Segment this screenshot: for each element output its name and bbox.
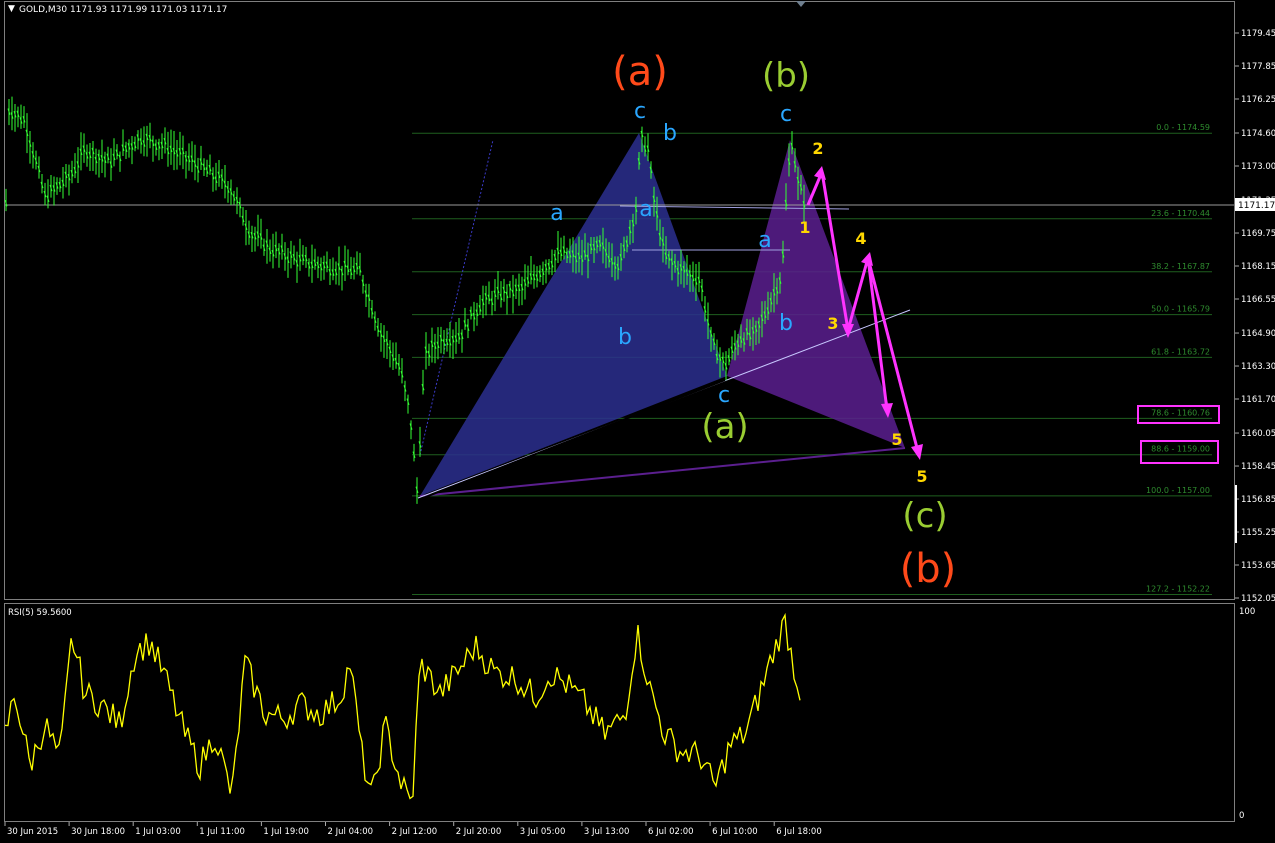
time-tick-label: 2 Jul 04:00 [328,827,374,837]
wave-label: (c) [902,496,947,536]
wave-label: a [550,201,563,226]
price-tick-label: 1153.65 [1241,561,1275,571]
price-tick-label: 1161.70 [1241,395,1275,405]
price-tick-label: 1164.90 [1241,329,1275,339]
rsi-label: RSI(5) 59.5600 [8,608,72,618]
time-tick-label: 3 Jul 13:00 [584,827,630,837]
price-tick-label: 1169.75 [1241,229,1275,239]
wave-label: b [663,121,677,146]
time-tick-label: 3 Jul 05:00 [520,827,566,837]
time-tick-label: 2 Jul 20:00 [456,827,502,837]
chart-window[interactable]: ▼ GOLD,M30 1171.93 1171.99 1171.03 1171.… [0,0,1275,843]
price-tick-label: 1174.60 [1241,129,1275,139]
wave-label: (b) [900,546,957,592]
time-tick-label: 6 Jul 10:00 [712,827,758,837]
price-tick-label: 1158.45 [1241,462,1275,472]
wave-label: 3 [827,314,838,333]
fib-level-label: 100.0 - 1157.00 [1146,486,1210,495]
fib-level-label: 38.2 - 1167.87 [1151,262,1210,271]
time-tick-label: 1 Jul 11:00 [199,827,245,837]
price-tick-label: 1166.55 [1241,295,1275,305]
wave-label: 2 [812,139,823,158]
wave-label: 1 [799,218,810,237]
price-tick-label: 1152.05 [1241,594,1275,604]
price-tick-label: 1168.15 [1241,262,1275,272]
wave-label: a [758,228,771,253]
fib-level-label: 61.8 - 1163.72 [1151,347,1210,356]
price-tick-label: 1179.45 [1241,29,1275,39]
wave-label: (a) [701,407,748,447]
wave-label: c [718,383,730,408]
wave-label: b [779,311,793,336]
time-tick-label: 30 Jun 2015 [7,827,58,837]
wave-label: 5 [916,467,927,486]
fib-level-label: 23.6 - 1170.44 [1151,209,1210,218]
fib-level-label: 78.6 - 1160.76 [1151,408,1210,417]
wave-label: c [780,102,792,127]
time-tick-label: 2 Jul 12:00 [392,827,438,837]
price-tick-label: 1163.30 [1241,362,1275,372]
time-tick-label: 6 Jul 18:00 [776,827,822,837]
fib-level-label: 127.2 - 1152.22 [1146,584,1210,593]
price-tick-label: 1173.00 [1241,162,1275,172]
wave-label: (b) [762,56,810,96]
fib-level-label: 0.0 - 1174.59 [1156,123,1210,132]
time-tick-label: 30 Jun 18:00 [71,827,125,837]
wave-label: 4 [855,229,866,248]
current-price-value: 1171.17 [1238,201,1275,211]
wave-label: 5 [891,430,902,449]
symbol-dropdown-icon[interactable]: ▼ [8,4,15,14]
symbol-info: GOLD,M30 1171.93 1171.99 1171.03 1171.17 [19,5,227,15]
fib-level-label: 50.0 - 1165.79 [1151,305,1210,314]
chart-background [0,0,1275,843]
rsi-max-label: 100 [1239,607,1255,617]
wave-label: b [618,325,632,350]
time-tick-label: 1 Jul 19:00 [263,827,309,837]
price-tick-label: 1176.25 [1241,95,1275,105]
wave-label: c [634,99,646,124]
price-tick-label: 1177.85 [1241,62,1275,72]
rsi-min-label: 0 [1239,811,1244,821]
wave-label: (a) [612,49,668,95]
fib-level-label: 88.6 - 1159.00 [1151,445,1210,454]
wave-label: a [639,197,652,222]
price-tick-label: 1156.85 [1241,495,1275,505]
time-tick-label: 6 Jul 02:00 [648,827,694,837]
price-tick-label: 1155.25 [1241,528,1275,538]
time-tick-label: 1 Jul 03:00 [135,827,181,837]
price-tick-label: 1160.05 [1241,429,1275,439]
